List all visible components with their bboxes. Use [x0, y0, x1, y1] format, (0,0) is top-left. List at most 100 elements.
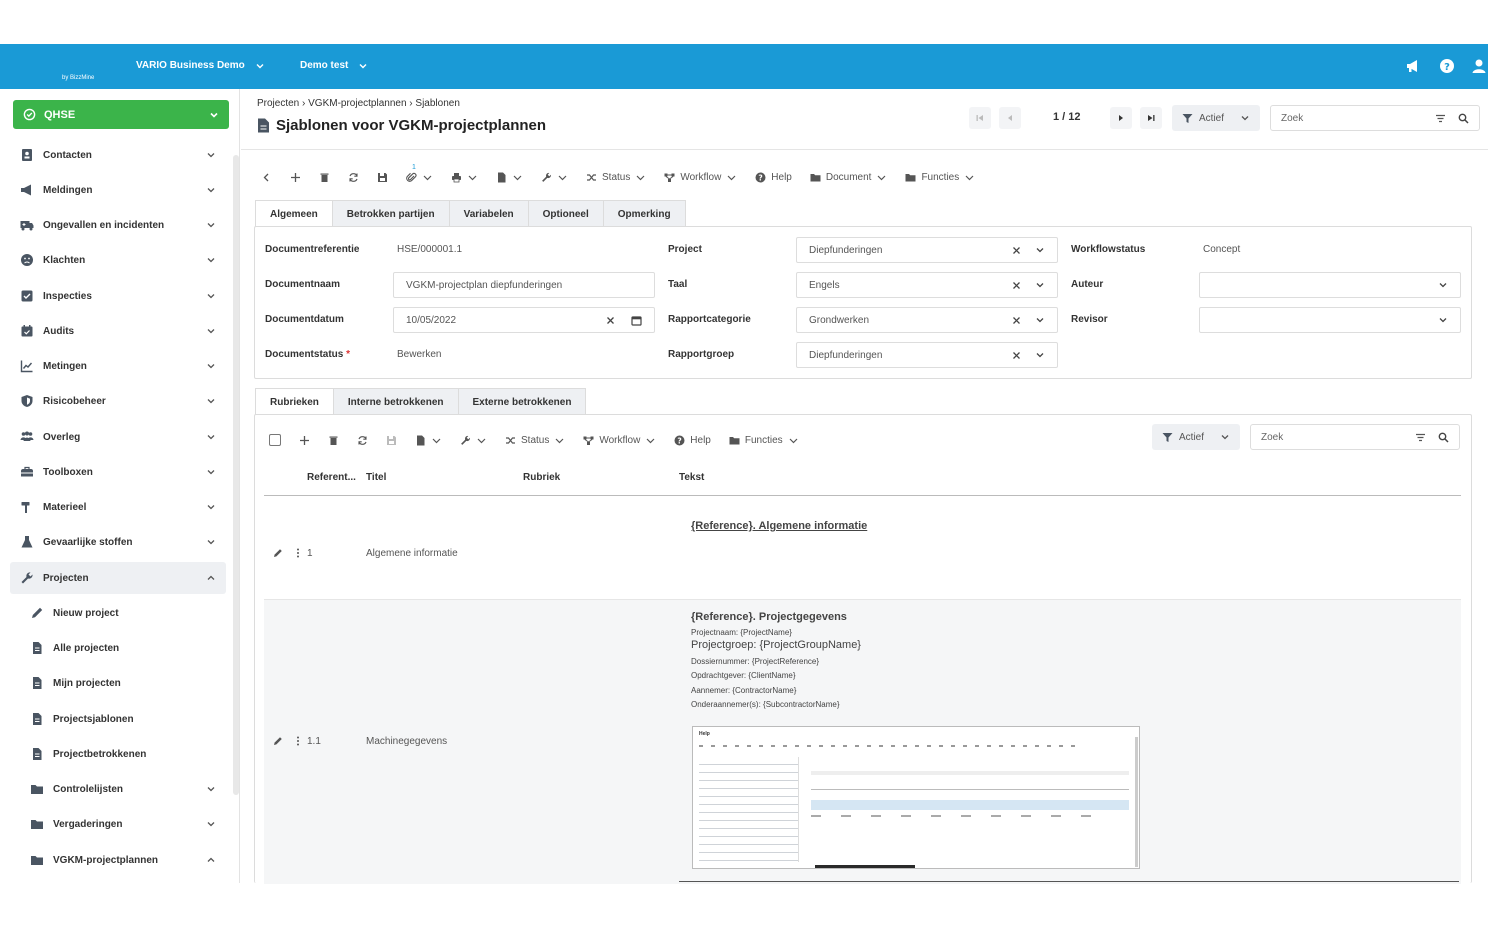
add-button[interactable] [290, 172, 301, 183]
grid-save-button[interactable] [386, 435, 397, 446]
search-icon[interactable] [1438, 432, 1449, 443]
sidebar-item-klachten[interactable]: Klachten [10, 244, 226, 276]
sidebar-item-ongevallen[interactable]: Ongevallen en incidenten [10, 209, 226, 241]
column-header-rubriek[interactable]: Rubriek [523, 472, 560, 483]
sidebar-item-alle-projecten[interactable]: Alle projecten [20, 632, 226, 664]
edit-pencil-icon[interactable] [273, 548, 283, 558]
environment-dropdown[interactable]: Demo test [300, 60, 368, 71]
grid-workflow-dropdown[interactable]: Workflow [583, 435, 656, 446]
documentdatum-field[interactable]: 10/05/2022 [393, 307, 655, 333]
tab-interne-betrokkenen[interactable]: Interne betrokkenen [332, 388, 459, 415]
grid-tools-dropdown[interactable] [460, 435, 487, 446]
clear-icon[interactable] [1012, 281, 1021, 290]
revisor-select[interactable] [1199, 307, 1461, 333]
megaphone-icon[interactable] [1405, 58, 1421, 74]
tools-dropdown[interactable] [541, 172, 568, 183]
next-page-button[interactable] [1110, 107, 1132, 129]
column-header-tekst[interactable]: Tekst [679, 472, 704, 483]
tab-variabelen[interactable]: Variabelen [448, 200, 529, 227]
column-header-referentie[interactable]: Referent... [307, 472, 356, 483]
sidebar-item-controlelijsten[interactable]: Controlelijsten [20, 773, 226, 805]
tab-rubrieken[interactable]: Rubrieken [255, 388, 334, 415]
status-dropdown[interactable]: Status [586, 172, 646, 183]
frown-icon [21, 254, 33, 266]
sidebar-scrollbar[interactable] [233, 155, 239, 795]
auteur-select[interactable] [1199, 272, 1461, 298]
search-icon[interactable] [1458, 113, 1469, 124]
sidebar-item-inspecties[interactable]: Inspecties [10, 280, 226, 312]
workflow-dropdown[interactable]: Workflow [664, 172, 737, 183]
delete-button[interactable] [319, 172, 330, 183]
filter-lines-icon[interactable] [1415, 432, 1426, 443]
sidebar-item-nieuw-project[interactable]: Nieuw project [20, 597, 226, 629]
attachments-dropdown[interactable]: 1 [406, 164, 433, 183]
documentnaam-field[interactable]: VGKM-projectplan diepfunderingen [393, 272, 655, 298]
last-page-button[interactable] [1140, 107, 1162, 129]
clear-icon[interactable] [1012, 246, 1021, 255]
tab-opmerking[interactable]: Opmerking [602, 200, 686, 227]
previous-page-button[interactable] [999, 107, 1021, 129]
rapportcategorie-select[interactable]: Grondwerken [796, 307, 1058, 333]
sidebar-item-projectbetrokkenen[interactable]: Projectbetrokkenen [20, 738, 226, 770]
sidebar-item-metingen[interactable]: Metingen [10, 350, 226, 382]
embedded-screenshot[interactable]: Help [692, 726, 1140, 869]
vario-logo[interactable]: VARIO by BizzMine [14, 50, 333, 164]
status-filter-dropdown[interactable]: Actief [1172, 105, 1260, 131]
clear-icon[interactable] [1012, 351, 1021, 360]
clear-icon[interactable] [1012, 316, 1021, 325]
chevron-down-icon [256, 63, 264, 68]
sidebar-item-vergaderingen[interactable]: Vergaderingen [20, 808, 226, 840]
back-button[interactable] [261, 172, 272, 183]
sidebar-item-gevaarlijke-stoffen[interactable]: Gevaarlijke stoffen [10, 526, 226, 558]
drag-handle-icon[interactable] [296, 736, 300, 746]
drag-handle-icon[interactable] [296, 548, 300, 558]
clear-icon[interactable] [606, 316, 615, 325]
taal-select[interactable]: Engels [796, 272, 1058, 298]
search-input[interactable]: Zoek [1270, 105, 1480, 131]
edit-pencil-icon[interactable] [273, 736, 283, 746]
functions-dropdown[interactable]: Functies [905, 172, 975, 183]
filter-lines-icon[interactable] [1435, 113, 1446, 124]
help-button[interactable]: ? Help [755, 172, 792, 183]
grid-functions-dropdown[interactable]: Functies [729, 435, 799, 446]
calendar-icon[interactable] [631, 315, 642, 326]
sidebar-item-overleg[interactable]: Overleg [10, 421, 226, 453]
sidebar-item-contacten[interactable]: Contacten [10, 139, 226, 171]
grid-export-dropdown[interactable] [415, 435, 442, 446]
export-dropdown[interactable] [496, 172, 523, 183]
module-selector[interactable]: QHSE [13, 100, 229, 129]
help-icon[interactable]: ? [1439, 58, 1455, 74]
sidebar-item-vgkm-projectplannen[interactable]: VGKM-projectplannen [20, 844, 226, 876]
tab-externe-betrokkenen[interactable]: Externe betrokkenen [457, 388, 587, 415]
grid-refresh-button[interactable] [357, 435, 368, 446]
grid-help-button[interactable]: ? Help [674, 435, 711, 446]
sidebar-item-toolboxen[interactable]: Toolboxen [10, 456, 226, 488]
select-all-checkbox[interactable] [269, 434, 281, 446]
sidebar-item-risicobeheer[interactable]: Risicobeheer [10, 385, 226, 417]
grid-status-filter-dropdown[interactable]: Actief [1152, 424, 1240, 450]
sidebar-item-meldingen[interactable]: Meldingen [10, 174, 226, 206]
sidebar-item-audits[interactable]: Audits [10, 315, 226, 347]
grid-status-dropdown[interactable]: Status [505, 435, 565, 446]
print-dropdown[interactable] [451, 172, 478, 183]
tab-betrokken-partijen[interactable]: Betrokken partijen [331, 200, 450, 227]
refresh-button[interactable] [348, 172, 359, 183]
save-button[interactable] [377, 172, 388, 183]
breadcrumb[interactable]: Projecten › VGKM-projectplannen › Sjablo… [257, 98, 460, 109]
grid-search-input[interactable]: Zoek [1250, 424, 1460, 450]
sidebar-item-mijn-projecten[interactable]: Mijn projecten [20, 667, 226, 699]
document-dropdown[interactable]: Document [810, 172, 888, 183]
sidebar-item-projectsjablonen[interactable]: Projectsjablonen [20, 703, 226, 735]
sidebar-item-materieel[interactable]: Materieel [10, 491, 226, 523]
user-icon[interactable] [1471, 58, 1487, 74]
tab-algemeen[interactable]: Algemeen [255, 200, 333, 227]
rapportgroep-select[interactable]: Diepfunderingen [796, 342, 1058, 368]
first-page-button[interactable] [969, 107, 991, 129]
workspace-dropdown[interactable]: VARIO Business Demo [136, 60, 265, 71]
sidebar-item-projecten[interactable]: Projecten [10, 562, 226, 594]
column-header-titel[interactable]: Titel [366, 472, 386, 483]
project-select[interactable]: Diepfunderingen [796, 237, 1058, 263]
grid-delete-button[interactable] [328, 435, 339, 446]
tab-optioneel[interactable]: Optioneel [527, 200, 604, 227]
grid-add-button[interactable] [299, 435, 310, 446]
